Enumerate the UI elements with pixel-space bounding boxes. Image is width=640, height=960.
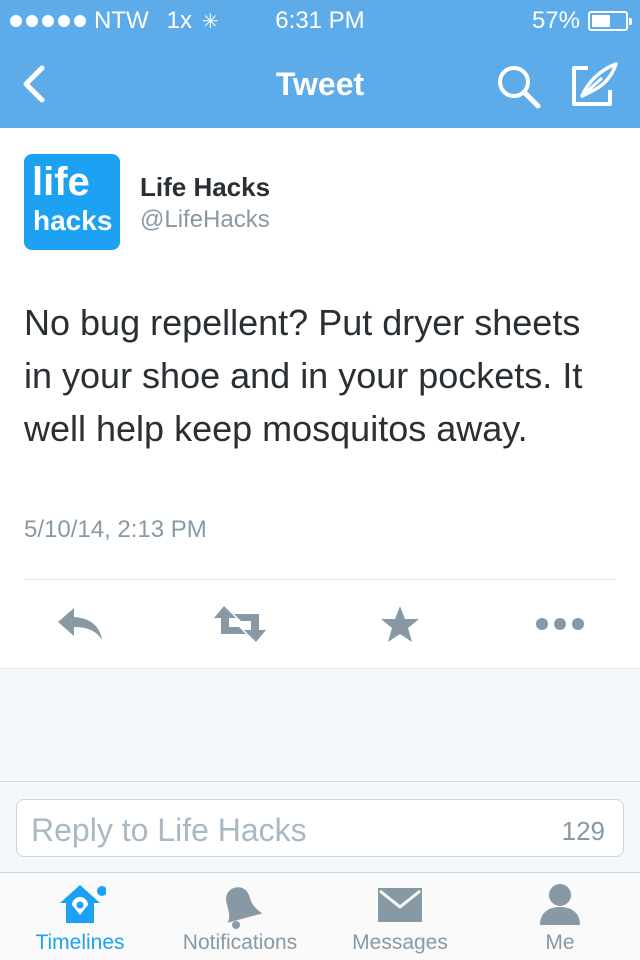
home-icon — [60, 885, 106, 923]
tab-label: Notifications — [182, 931, 298, 954]
divider — [24, 579, 616, 580]
envelope-icon — [378, 888, 422, 922]
tab-notifications[interactable]: Notifications — [160, 873, 320, 960]
avatar-logo-text-line1: life — [32, 160, 90, 204]
page-title: Tweet — [275, 66, 365, 102]
author-handle[interactable]: @LifeHacks — [140, 206, 270, 234]
bell-icon — [226, 887, 262, 929]
person-icon — [540, 884, 580, 925]
search-icon[interactable] — [494, 62, 542, 110]
tweet-timestamp: 5/10/14, 2:13 PM — [24, 516, 207, 543]
reply-placeholder: Reply to Life Hacks — [31, 812, 307, 848]
reply-bar: Reply to Life Hacks 129 — [0, 783, 640, 873]
retweet-icon[interactable] — [212, 604, 268, 644]
compose-icon[interactable] — [568, 60, 620, 110]
tweet-actions — [0, 590, 640, 660]
battery-percent: 57% — [531, 7, 580, 34]
nav-bar: Tweet — [0, 40, 640, 128]
tab-label: Timelines — [35, 931, 125, 954]
tab-label: Messages — [352, 931, 448, 954]
reply-icon[interactable] — [54, 604, 106, 644]
reply-input[interactable]: Reply to Life Hacks 129 — [16, 799, 624, 857]
tab-messages[interactable]: Messages — [320, 873, 480, 960]
tab-me[interactable]: Me — [480, 873, 640, 960]
avatar-logo-text-line2: hacks — [33, 205, 113, 236]
tab-label: Me — [545, 931, 575, 954]
tab-timelines[interactable]: Timelines — [0, 873, 160, 960]
author-name[interactable]: Life Hacks — [140, 172, 270, 203]
character-count: 129 — [561, 816, 605, 846]
empty-replies-area — [0, 668, 640, 782]
tweet-detail: life hacks Life Hacks @LifeHacks No bug … — [0, 128, 640, 668]
battery-icon — [588, 11, 632, 31]
status-bar: NTW 1x ✳ 6:31 PM 57% — [0, 0, 640, 40]
tweet-text: No bug repellent? Put dryer sheets in yo… — [24, 302, 583, 449]
more-options-icon[interactable] — [534, 604, 586, 644]
favorite-star-icon[interactable] — [380, 604, 420, 644]
avatar[interactable]: life hacks — [24, 154, 120, 250]
tab-bar: Timelines Notifications Messages Me — [0, 872, 640, 960]
